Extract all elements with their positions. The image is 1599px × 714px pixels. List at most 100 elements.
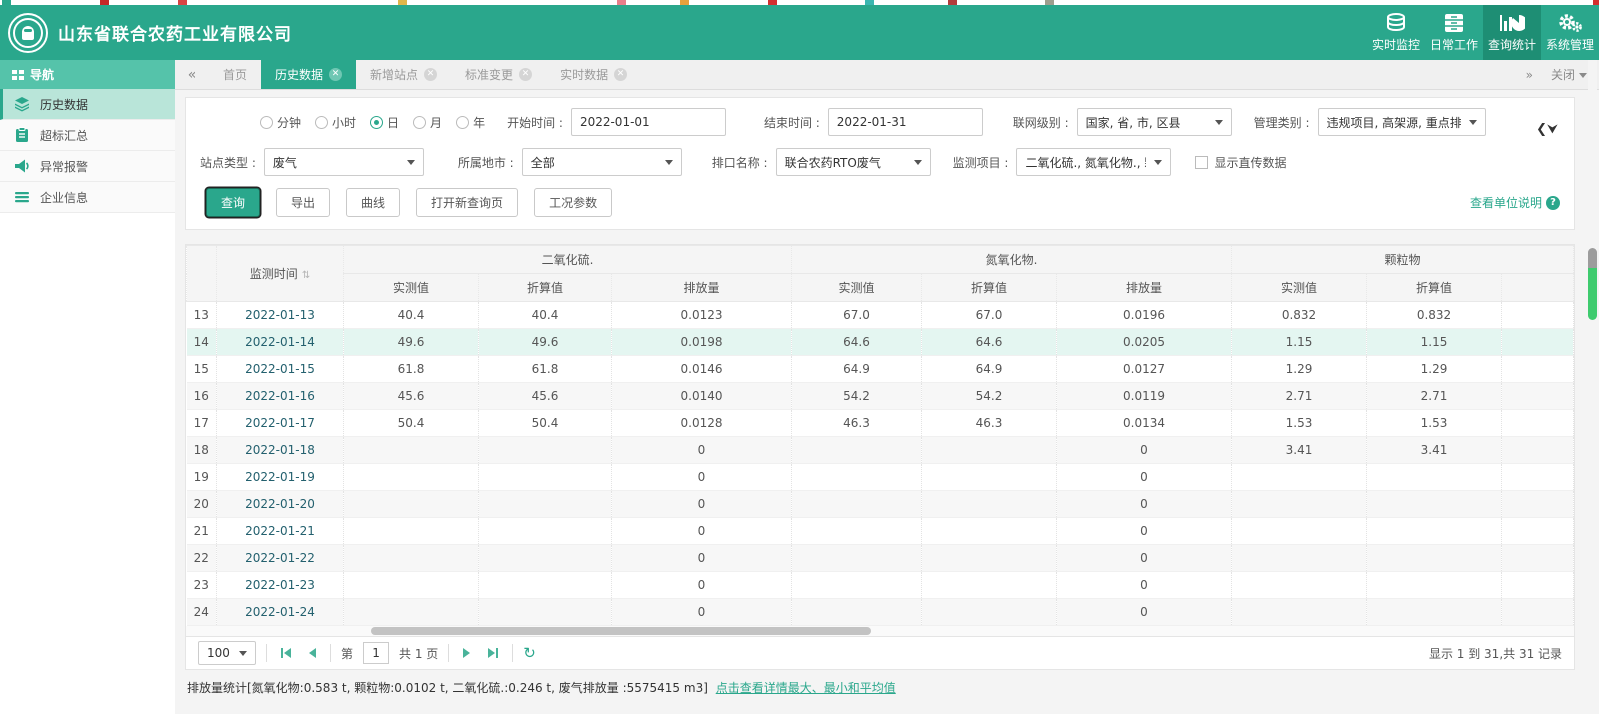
operating-params-button[interactable]: 工况参数 [534,188,613,217]
table-row[interactable]: 22 2022-01-22 0 0 [186,544,1575,572]
top-nav-query-stats[interactable]: 查询统计 [1483,5,1541,60]
sort-icon[interactable]: ⇅ [302,270,310,281]
monitor-date-cell[interactable]: 2022-01-24 [216,598,344,626]
value-cell: 0 [611,463,792,491]
nox-emission-header: 排放量 [1056,273,1232,302]
content: « 首页 历史数据 ✕ 新增站点 ✕ 标准变更 ✕ 实时数据 ✕ » 关闭 ❮︎… [175,60,1599,714]
network-level-select[interactable]: 国家, 省, 市, 区县 [1076,108,1232,136]
vertical-scrollbar-thumb[interactable] [1588,268,1597,320]
monitor-date-cell[interactable]: 2022-01-15 [216,355,344,383]
table-row[interactable]: 14 2022-01-14 49.6 49.6 0.0198 64.6 64.6 0.0205… [186,328,1575,356]
monitor-time-header[interactable]: 监测时间 ⇅ [216,245,344,302]
city-select[interactable]: 全部 [521,148,682,176]
mgmt-type-select[interactable]: 违规项目, 高架源, 重点排 [1317,108,1486,136]
radio-hour[interactable]: 小时 [315,114,356,131]
tab-home[interactable]: 首页 [209,60,261,89]
clipped-cell [1501,571,1575,599]
view-unit-description-link[interactable]: 查看单位说明 ? [1470,194,1561,211]
monitor-date-cell[interactable]: 2022-01-16 [216,382,344,410]
curve-button[interactable]: 曲线 [346,188,401,217]
tabs-scroll-left-icon[interactable]: « [175,60,209,89]
table-row[interactable]: 23 2022-01-23 0 0 [186,571,1575,599]
table-row[interactable]: 18 2022-01-18 0 0 3.41 3.41 [186,436,1575,464]
radio-month[interactable]: 月 [413,114,442,131]
chevron-down-icon [1579,73,1588,78]
table-row[interactable]: 24 2022-01-24 0 0 [186,598,1575,626]
value-cell: 45.6 [343,382,479,410]
start-time-input[interactable] [570,108,726,136]
favicon [398,0,407,5]
sidebar-item-label: 企业信息 [40,190,89,205]
monitor-date-cell[interactable]: 2022-01-19 [216,463,344,491]
open-new-query-button[interactable]: 打开新查询页 [416,188,519,217]
monitor-item-select[interactable]: 二氧化硫., 氮氧化物., 颗粒 [1016,148,1172,176]
button-row: 查询 导出 曲线 打开新查询页 工况参数 查看单位说明 ? [206,188,1561,217]
radio-day[interactable]: 日 [370,114,399,131]
value-cell: 2.71 [1366,382,1502,410]
close-icon[interactable]: ✕ [614,68,628,81]
monitor-date-cell[interactable]: 2022-01-20 [216,490,344,518]
monitor-date-cell[interactable]: 2022-01-23 [216,571,344,599]
page-vertical-scrollbar[interactable] [1588,60,1597,714]
tab-standard-change[interactable]: 标准变更 ✕ [451,60,546,89]
view-details-link[interactable]: 点击查看详情最大、最小和平均值 [716,681,896,695]
monitor-date-cell[interactable]: 2022-01-18 [216,436,344,464]
radio-minute[interactable]: 分钟 [260,114,301,131]
sidebar-item-company-info[interactable]: 企业信息 [0,182,175,213]
sidebar-item-history-data[interactable]: 历史数据 [0,89,175,120]
horizontal-scrollbar-thumb[interactable] [371,627,871,635]
horizontal-scrollbar[interactable] [186,626,1575,636]
clipped-cell [1501,328,1575,356]
radio-year[interactable]: 年 [456,114,485,131]
first-page-button[interactable] [277,648,295,658]
table-row[interactable]: 21 2022-01-21 0 0 [186,517,1575,545]
close-icon[interactable]: ✕ [424,68,438,81]
close-icon[interactable]: ✕ [519,68,533,81]
table-row[interactable]: 15 2022-01-15 61.8 61.8 0.0146 64.9 64.9 0.0127… [186,355,1575,383]
table-row[interactable]: 20 2022-01-20 0 0 [186,490,1575,518]
query-button[interactable]: 查询 [206,188,261,217]
direct-data-checkbox[interactable] [1195,155,1209,169]
last-page-button[interactable] [484,648,502,658]
monitor-date-cell[interactable]: 2022-01-14 [216,328,344,356]
tabs-scroll-right-icon[interactable]: » [1526,68,1533,82]
table-row[interactable]: 19 2022-01-19 0 0 [186,463,1575,491]
prev-page-button[interactable] [305,648,320,658]
panel-collapse-chevron-icon[interactable]: ❮︎​⮟ [1536,122,1558,137]
export-button[interactable]: 导出 [276,188,331,217]
top-nav-system-admin[interactable]: 系统管理 [1541,5,1599,60]
close-tabs-menu[interactable]: 关闭 [1551,66,1588,83]
nox-measured-header: 实测值 [791,273,922,302]
page-number-input[interactable] [363,642,390,664]
sidebar-item-abnormal-alarm[interactable]: 异常报警 [0,151,175,182]
table-row[interactable]: 16 2022-01-16 45.6 45.6 0.0140 54.2 54.2 0.0119… [186,382,1575,410]
tab-realtime-data[interactable]: 实时数据 ✕ [546,60,641,89]
tab-new-site[interactable]: 新增站点 ✕ [356,60,451,89]
end-time-label: 结束时间 : [763,115,820,130]
monitor-date-cell[interactable]: 2022-01-17 [216,409,344,437]
tab-history-data[interactable]: 历史数据 ✕ [261,60,357,89]
site-type-select[interactable]: 废气 [263,148,424,176]
speaker-icon [15,159,29,173]
monitor-date-cell[interactable]: 2022-01-22 [216,544,344,572]
page-size-select[interactable]: 100 [198,641,256,665]
top-nav-daily-work[interactable]: 日常工作 [1425,5,1483,60]
chevron-down-icon [406,159,415,165]
next-page-button[interactable] [459,648,474,658]
top-nav-realtime-monitor[interactable]: 实时监控 [1367,5,1425,60]
nox-converted-header: 折算值 [921,273,1057,302]
outlet-select[interactable]: 联合农药RTO废气 [775,148,931,176]
end-time-input[interactable] [827,108,983,136]
refresh-icon[interactable]: ↻ [523,644,536,662]
table-row[interactable]: 17 2022-01-17 50.4 50.4 0.0128 46.3 46.3 0.0134… [186,409,1575,437]
monitor-date-cell[interactable]: 2022-01-13 [216,301,344,329]
value-cell: 50.4 [478,409,612,437]
close-icon[interactable]: ✕ [329,68,343,81]
clipped-cell [1501,382,1575,410]
top-nav-label: 日常工作 [1429,37,1478,52]
network-level-label: 联网级别 : [1012,115,1069,130]
sidebar-item-exceedance-summary[interactable]: 超标汇总 [0,120,175,151]
table-row[interactable]: 13 2022-01-13 40.4 40.4 0.0123 67.0 67.0 0.0196… [186,301,1575,329]
so2-group-header: 二氧化硫. [343,245,792,274]
monitor-date-cell[interactable]: 2022-01-21 [216,517,344,545]
